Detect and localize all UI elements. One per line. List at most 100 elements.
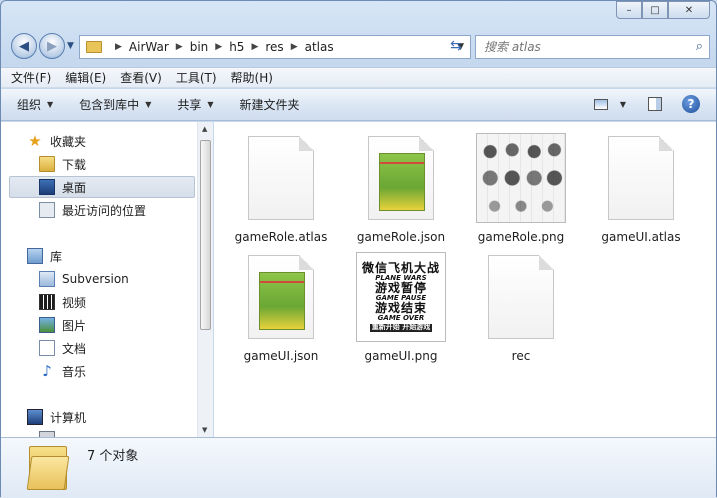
- chevron-right-icon[interactable]: ▶: [215, 42, 222, 52]
- nav-item-desktop[interactable]: 桌面: [9, 176, 195, 198]
- blank-file-icon: [488, 255, 554, 339]
- maximize-button[interactable]: □: [642, 1, 668, 19]
- breadcrumb-bin[interactable]: bin: [190, 40, 209, 54]
- json-file-icon: [368, 136, 434, 220]
- documents-icon: [39, 340, 55, 356]
- file-item[interactable]: gameRole.atlas: [226, 132, 336, 244]
- chevron-right-icon[interactable]: ▶: [291, 42, 298, 52]
- address-row: ◀ ▶ ▼ ▶ AirWar ▶ bin ▶ h5 ▶ res ▶ atlas …: [9, 33, 710, 61]
- nav-item-pictures[interactable]: 图片: [39, 314, 195, 336]
- nav-item-recent-places[interactable]: 最近访问的位置: [39, 199, 195, 221]
- breadcrumb-res[interactable]: res: [265, 40, 283, 54]
- preview-pane-icon[interactable]: [648, 97, 662, 111]
- breadcrumb-h5[interactable]: h5: [229, 40, 244, 54]
- explorer-window: – □ ✕ ◀ ▶ ▼ ▶ AirWar ▶ bin ▶ h5 ▶ res ▶ …: [0, 0, 717, 498]
- blank-file-icon: [608, 136, 674, 220]
- star-icon: ★: [28, 132, 42, 150]
- details-pane: 7 个对象: [1, 437, 716, 498]
- breadcrumb-atlas[interactable]: atlas: [305, 40, 334, 54]
- desktop-icon: [39, 179, 55, 195]
- scrollbar-thumb[interactable]: [200, 140, 211, 330]
- help-icon[interactable]: ?: [682, 95, 700, 113]
- nav-favorites[interactable]: ★ 收藏夹: [27, 130, 195, 152]
- file-name: rec: [511, 349, 531, 363]
- chevron-right-icon[interactable]: ▶: [251, 42, 258, 52]
- nav-item-documents[interactable]: 文档: [39, 337, 195, 359]
- breadcrumb-airwar[interactable]: AirWar: [129, 40, 169, 54]
- nav-item-music[interactable]: ♪ 音乐: [39, 360, 195, 382]
- view-dropdown-icon[interactable]: ▼: [620, 100, 626, 109]
- address-bar[interactable]: ▶ AirWar ▶ bin ▶ h5 ▶ res ▶ atlas ▼: [79, 35, 471, 59]
- file-item[interactable]: rec: [466, 251, 576, 363]
- library-icon: [27, 248, 43, 264]
- caret-down-icon: ▼: [47, 100, 54, 109]
- nav-item-local-disk[interactable]: [39, 428, 195, 437]
- recent-places-icon: [39, 202, 55, 218]
- nav-item-label: 文档: [62, 341, 87, 356]
- caret-down-icon: ▼: [145, 100, 152, 109]
- new-folder-label: 新建文件夹: [239, 98, 300, 112]
- menu-help[interactable]: 帮助(H): [231, 69, 273, 86]
- menu-file[interactable]: 文件(F): [11, 69, 51, 86]
- folder-icon: [86, 41, 102, 53]
- folder-icon: [26, 446, 70, 490]
- file-item[interactable]: 微信飞机大战 PLANE WARS 游戏暂停 GAME PAUSE 游戏结束 G…: [346, 251, 456, 363]
- file-name: gameRole.atlas: [234, 230, 328, 244]
- nav-item-label: 下载: [62, 157, 87, 172]
- json-file-icon: [248, 255, 314, 339]
- organize-label: 组织: [17, 98, 42, 112]
- pictures-icon: [39, 317, 55, 333]
- caption-buttons: – □ ✕: [616, 1, 710, 19]
- file-item[interactable]: gameRole.png: [466, 132, 576, 244]
- file-item[interactable]: gameUI.atlas: [586, 132, 696, 244]
- chevron-right-icon[interactable]: ▶: [115, 42, 122, 52]
- include-in-library-label: 包含到库中: [79, 98, 140, 112]
- include-in-library-button[interactable]: 包含到库中 ▼: [79, 96, 151, 113]
- nav-libraries[interactable]: 库: [27, 245, 195, 267]
- search-icon[interactable]: ⌕: [696, 39, 703, 54]
- share-label: 共享: [177, 98, 202, 112]
- nav-computer[interactable]: 计算机: [27, 406, 195, 428]
- close-button[interactable]: ✕: [668, 1, 710, 19]
- navigation-scrollbar[interactable]: ▲ ▼: [197, 122, 213, 437]
- search-box[interactable]: ⌕: [475, 35, 710, 59]
- back-button[interactable]: ◀: [11, 33, 37, 59]
- refresh-button[interactable]: ⇆: [445, 35, 467, 57]
- nav-favorites-label: 收藏夹: [50, 134, 87, 149]
- nav-item-subversion[interactable]: Subversion: [39, 268, 195, 290]
- image-thumbnail: [476, 133, 566, 223]
- arrow-left-icon: ◀: [19, 38, 29, 54]
- file-item[interactable]: gameRole.json: [346, 132, 456, 244]
- item-count: 7 个对象: [87, 449, 139, 464]
- recent-pages-dropdown[interactable]: ▼: [67, 41, 74, 51]
- arrow-right-icon: ▶: [47, 38, 57, 54]
- scroll-up-icon[interactable]: ▲: [202, 125, 207, 133]
- menu-tools[interactable]: 工具(T): [176, 69, 217, 86]
- music-icon: ♪: [42, 362, 52, 380]
- file-name: gameUI.atlas: [601, 230, 681, 244]
- view-controls: ▼ ?: [593, 95, 700, 113]
- navigation-pane: ★ 收藏夹 下载 桌面 最近访问的位置 库 Subversion 视频 图片 文…: [1, 122, 198, 437]
- search-input[interactable]: [484, 40, 674, 54]
- nav-computer-label: 计算机: [50, 410, 87, 425]
- thumbnail-text: 重新开始 开始游戏: [369, 323, 433, 332]
- nav-item-label: 图片: [62, 318, 87, 333]
- file-list: gameRole.atlas gameRole.json gameRole.pn…: [214, 122, 716, 437]
- scroll-down-icon[interactable]: ▼: [202, 426, 207, 434]
- share-button[interactable]: 共享 ▼: [177, 96, 213, 113]
- forward-button[interactable]: ▶: [39, 33, 65, 59]
- menu-bar: 文件(F) 编辑(E) 查看(V) 工具(T) 帮助(H): [1, 67, 716, 88]
- minimize-button[interactable]: –: [616, 1, 642, 19]
- menu-edit[interactable]: 编辑(E): [65, 69, 106, 86]
- file-item[interactable]: gameUI.json: [226, 251, 336, 363]
- nav-item-downloads[interactable]: 下载: [39, 153, 195, 175]
- new-folder-button[interactable]: 新建文件夹: [240, 96, 300, 113]
- downloads-folder-icon: [39, 156, 55, 172]
- organize-button[interactable]: 组织 ▼: [17, 96, 53, 113]
- blank-file-icon: [248, 136, 314, 220]
- menu-view[interactable]: 查看(V): [120, 69, 162, 86]
- nav-item-videos[interactable]: 视频: [39, 291, 195, 313]
- chevron-right-icon[interactable]: ▶: [176, 42, 183, 52]
- change-view-icon[interactable]: [593, 98, 608, 110]
- nav-item-label: 最近访问的位置: [62, 203, 147, 218]
